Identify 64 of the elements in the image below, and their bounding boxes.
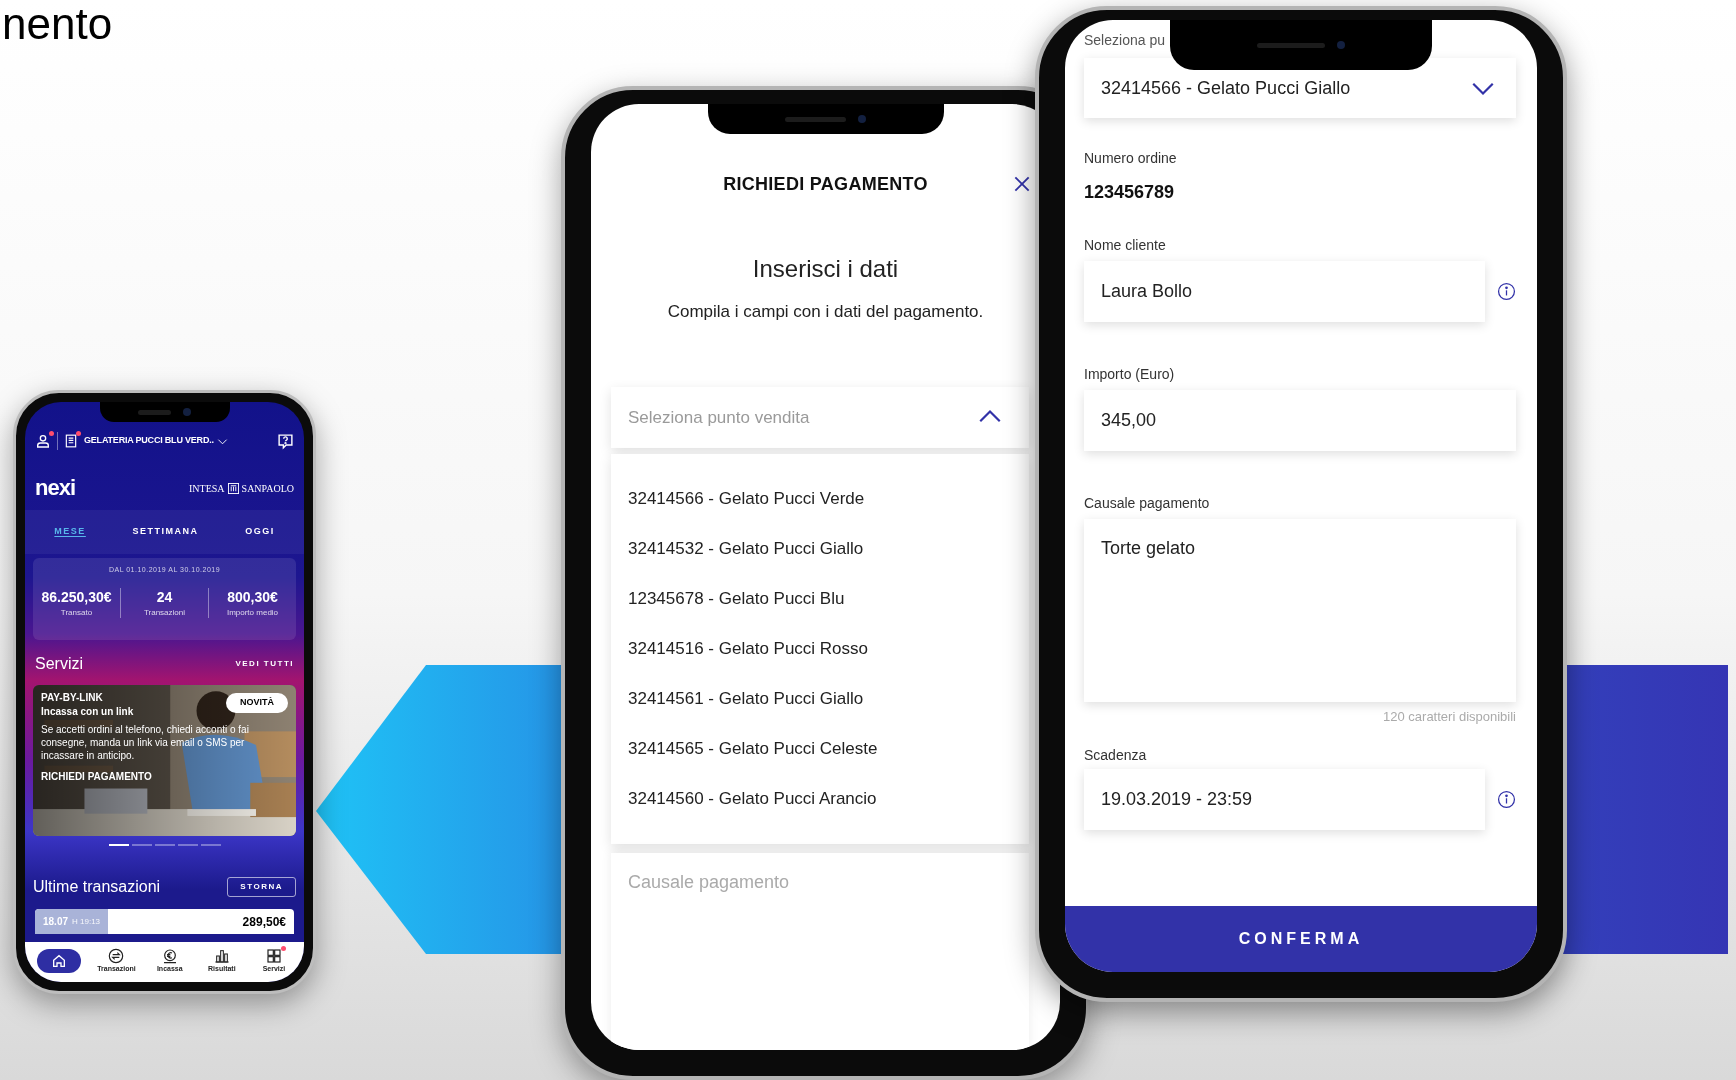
- bank-name: SANPAOLO: [241, 481, 294, 496]
- request-payment-link[interactable]: RICHIEDI PAGAMENTO: [41, 770, 152, 784]
- period-tab[interactable]: MESE: [54, 525, 86, 539]
- order-number: 123456789: [1084, 181, 1176, 204]
- transaction-amount: 289,50€: [242, 913, 287, 931]
- user-icon[interactable]: [35, 433, 51, 449]
- transaction-time: H 19:13: [72, 915, 101, 928]
- euro-coin-icon: [161, 948, 178, 964]
- stat-label: Importo medio: [226, 608, 279, 618]
- bank-logo-icon: [227, 482, 239, 494]
- stat-label: Transazioni: [143, 608, 186, 618]
- receipt-icon[interactable]: [64, 433, 78, 449]
- store-option[interactable]: 12345678 - Gelato Pucci Blu: [611, 574, 1029, 624]
- help-icon[interactable]: [277, 432, 294, 450]
- transaction-date: 18.07: [43, 915, 69, 929]
- store-option[interactable]: 32414566 - Gelato Pucci Verde: [611, 474, 1029, 524]
- stat-value: 86.250,30€: [41, 588, 112, 606]
- reverse-button[interactable]: STORNA: [227, 877, 296, 897]
- store-option[interactable]: 32414560 - Gelato Pucci Arancio: [611, 774, 1029, 824]
- section-title: Ultime transazioni: [33, 877, 161, 897]
- field-label: Seleziona pu: [1084, 32, 1166, 48]
- close-icon[interactable]: [1012, 174, 1032, 194]
- character-counter: 120 caratteri disponibili: [1382, 709, 1516, 725]
- customer-name-field[interactable]: Laura Bollo: [1084, 261, 1485, 322]
- form-heading: Inserisci i dati: [751, 254, 900, 284]
- section-title: Servizi: [35, 654, 83, 674]
- field-label: Importo (Euro): [1084, 365, 1176, 384]
- field-label: Causale pagamento: [1084, 494, 1211, 513]
- info-icon[interactable]: [1497, 282, 1516, 301]
- promo-title: PAY-BY-LINK: [41, 691, 103, 705]
- carousel-indicator[interactable]: [108, 844, 129, 846]
- stat-label: Transato: [60, 608, 93, 618]
- store-option[interactable]: 32414516 - Gelato Pucci Rosso: [611, 624, 1029, 674]
- amount-field[interactable]: 345,00: [1084, 390, 1516, 451]
- slide-title: nento: [2, 0, 113, 48]
- confirm-button[interactable]: CONFERMA: [1065, 906, 1537, 972]
- home-icon: [51, 952, 68, 969]
- form-instructions: Compila i campi con i dati del pagamento.: [666, 301, 985, 323]
- bank-name: INTESA: [189, 481, 225, 496]
- stat-value: 800,30€: [227, 588, 278, 606]
- brand-logo: nexi: [35, 477, 76, 499]
- field-label: Numero ordine: [1084, 149, 1178, 168]
- period-tab[interactable]: SETTIMANA: [132, 525, 199, 539]
- transaction-row[interactable]: 18.07 H 19:13 289,50€: [35, 909, 294, 934]
- exchange-icon: [108, 948, 125, 964]
- field-label: Nome cliente: [1084, 236, 1167, 255]
- stat-value: 24: [156, 588, 173, 606]
- period-tab[interactable]: OGGI: [245, 525, 275, 539]
- store-option[interactable]: 32414565 - Gelato Pucci Celeste: [611, 724, 1029, 774]
- store-option[interactable]: 32414532 - Gelato Pucci Giallo: [611, 524, 1029, 574]
- store-option[interactable]: 32414561 - Gelato Pucci Giallo: [611, 674, 1029, 724]
- reason-field[interactable]: Torte gelato: [1084, 519, 1516, 702]
- new-badge: NOVITÀ: [226, 693, 288, 713]
- promo-text: Se accetti ordini al telefono, chiedi acconti o fai consegne, manda un link via email o SMS per incassare in anticipo.: [41, 723, 250, 762]
- grid-icon: [265, 948, 282, 964]
- screen-title: RICHIEDI PAGAMENTO: [723, 173, 928, 196]
- see-all-link[interactable]: VEDI TUTTI: [235, 658, 294, 670]
- expiry-field[interactable]: 19.03.2019 - 23:59: [1084, 769, 1485, 830]
- info-icon[interactable]: [1497, 790, 1516, 809]
- nav-item[interactable]: [37, 948, 82, 973]
- bar-chart-icon: [213, 948, 230, 964]
- promo-subtitle: Incassa con un link: [41, 705, 134, 719]
- field-label: Scadenza: [1084, 746, 1148, 765]
- store-name[interactable]: GELATERIA PUCCI BLU VERD..: [84, 434, 214, 448]
